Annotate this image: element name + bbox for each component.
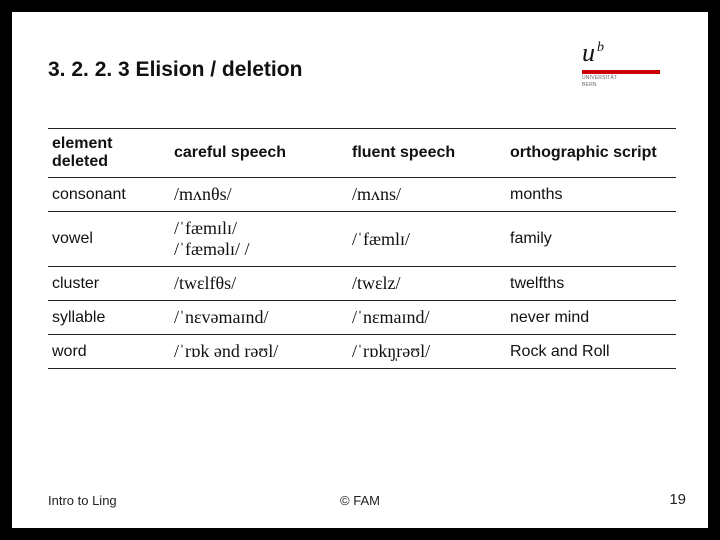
col-ortho: orthographic script bbox=[506, 129, 676, 178]
slide: 3. 2. 2. 3 Elision / deletion ub UNIVERS… bbox=[12, 12, 708, 528]
cell-fluent: /mʌns/ bbox=[348, 178, 506, 212]
col-fluent: fluent speech bbox=[348, 129, 506, 178]
cell-careful: /twɛlfθs/ bbox=[170, 267, 348, 301]
cell-ortho: twelfths bbox=[506, 267, 676, 301]
cell-element: word bbox=[48, 335, 170, 369]
footer-center: © FAM bbox=[12, 493, 708, 508]
cell-fluent: /twɛlz/ bbox=[348, 267, 506, 301]
cell-fluent: /ˈfæmlɪ/ bbox=[348, 212, 506, 267]
cell-ortho: family bbox=[506, 212, 676, 267]
page-number: 19 bbox=[669, 491, 686, 508]
elision-table: element deleted careful speech fluent sp… bbox=[48, 128, 676, 369]
table-row: word /ˈrɒk ənd rəʊl/ /ˈrɒkŋ̩rəʊl/ Rock a… bbox=[48, 335, 676, 369]
logo-subtext-1: UNIVERSITÄT bbox=[582, 75, 672, 81]
cell-careful: /ˈfæmɪlɪ/ /ˈfæməlɪ/ / bbox=[170, 212, 348, 267]
cell-ortho: never mind bbox=[506, 301, 676, 335]
cell-careful: /ˈrɒk ənd rəʊl/ bbox=[170, 335, 348, 369]
col-careful: careful speech bbox=[170, 129, 348, 178]
table-row: vowel /ˈfæmɪlɪ/ /ˈfæməlɪ/ / /ˈfæmlɪ/ fam… bbox=[48, 212, 676, 267]
logo-mark: ub bbox=[582, 40, 672, 66]
table-row: syllable /ˈnɛvəmaɪnd/ /ˈnɛmaɪnd/ never m… bbox=[48, 301, 676, 335]
slide-title: 3. 2. 2. 3 Elision / deletion bbox=[48, 58, 302, 82]
cell-ortho: months bbox=[506, 178, 676, 212]
cell-element: cluster bbox=[48, 267, 170, 301]
cell-element: vowel bbox=[48, 212, 170, 267]
cell-element: syllable bbox=[48, 301, 170, 335]
logo-letter: u bbox=[582, 38, 595, 67]
logo-sup: b bbox=[597, 40, 604, 55]
cell-element: consonant bbox=[48, 178, 170, 212]
table-header-row: element deleted careful speech fluent sp… bbox=[48, 129, 676, 178]
table-row: consonant /mʌnθs/ /mʌns/ months bbox=[48, 178, 676, 212]
cell-fluent: /ˈnɛmaɪnd/ bbox=[348, 301, 506, 335]
logo-bar bbox=[582, 70, 660, 74]
cell-careful: /ˈnɛvəmaɪnd/ bbox=[170, 301, 348, 335]
table-row: cluster /twɛlfθs/ /twɛlz/ twelfths bbox=[48, 267, 676, 301]
cell-ortho: Rock and Roll bbox=[506, 335, 676, 369]
logo-subtext-2: BERN bbox=[582, 82, 672, 88]
cell-careful: /mʌnθs/ bbox=[170, 178, 348, 212]
cell-fluent: /ˈrɒkŋ̩rəʊl/ bbox=[348, 335, 506, 369]
col-element: element deleted bbox=[48, 129, 170, 178]
university-logo: ub UNIVERSITÄT BERN bbox=[582, 40, 672, 88]
